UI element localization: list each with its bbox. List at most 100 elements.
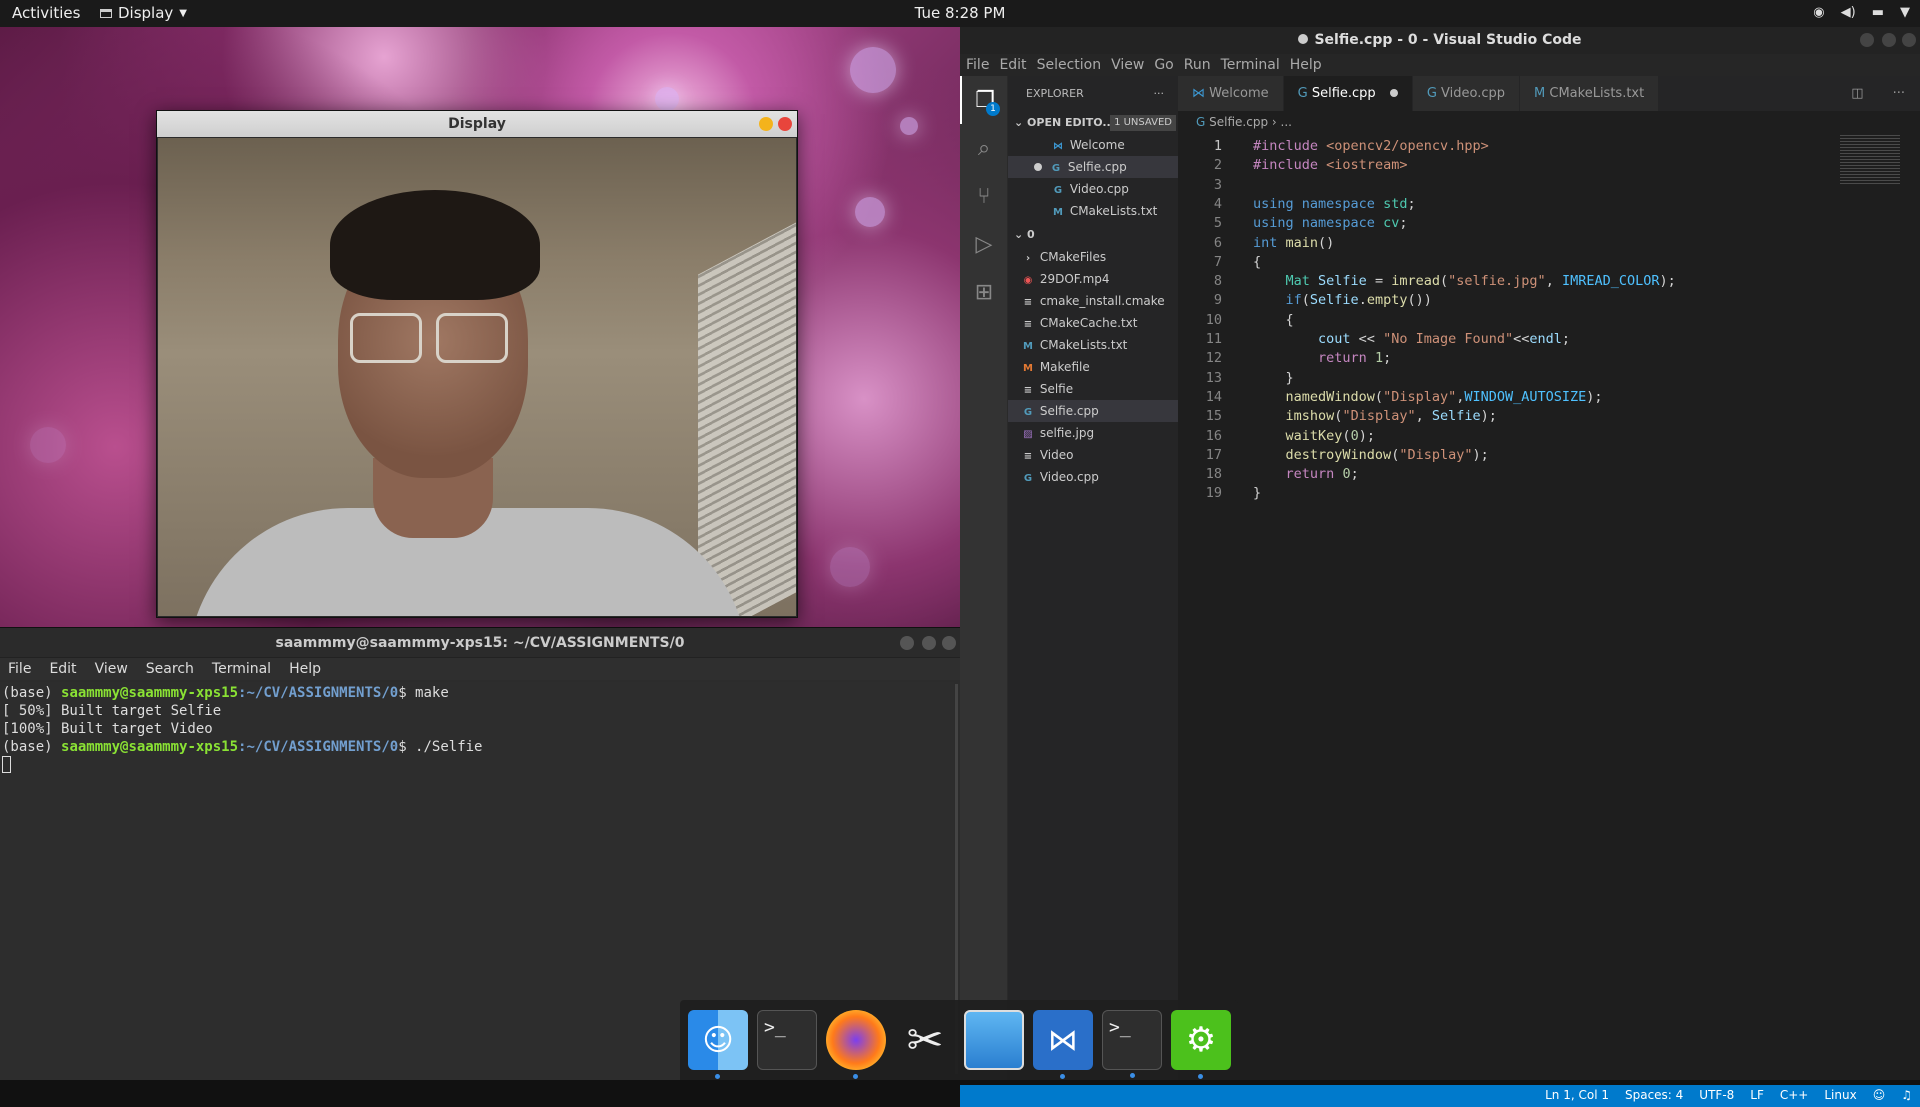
maximize-button[interactable] (1882, 33, 1896, 47)
code-line[interactable]: waitKey(0); (1253, 427, 1375, 446)
code-editor[interactable]: 1 #include <opencv2/opencv.hpp> 2 #include … (1178, 133, 1920, 1073)
display-window[interactable]: Display (156, 110, 798, 618)
scissors-icon[interactable]: ✂ (895, 1010, 955, 1070)
file-item[interactable]: ≡ Selfie (1008, 378, 1178, 400)
menu-terminal[interactable]: Terminal (212, 661, 271, 677)
breadcrumb[interactable]: G Selfie.cpp › ... (1178, 111, 1920, 133)
tab-selfie[interactable]: G Selfie.cpp (1283, 76, 1413, 111)
menu-file[interactable]: File (8, 661, 31, 677)
terminal-icon[interactable]: >_ (757, 1010, 817, 1070)
open-editor-selfie[interactable]: G Selfie.cpp (1008, 156, 1178, 178)
code-line[interactable]: } (1253, 369, 1294, 388)
clock[interactable]: Tue 8:28 PM (915, 4, 1006, 22)
menu-view[interactable]: View (95, 661, 128, 677)
code-line[interactable]: return 1; (1253, 349, 1391, 368)
menu-help[interactable]: Help (1290, 57, 1322, 73)
system-tray[interactable]: ◉ ◀) ▬ ▼ (1813, 5, 1910, 20)
indentation[interactable]: Spaces: 4 (1625, 1088, 1683, 1102)
menu-edit[interactable]: Edit (49, 661, 76, 677)
menu-help[interactable]: Help (289, 661, 321, 677)
bell-icon[interactable]: ♫ (1901, 1088, 1912, 1102)
open-editor-cmakelists[interactable]: M CMakeLists.txt (1008, 200, 1178, 222)
cursor-position[interactable]: Ln 1, Col 1 (1545, 1088, 1609, 1102)
screen-icon[interactable] (964, 1010, 1024, 1070)
source-control-icon[interactable]: ⑂ (960, 172, 1008, 220)
more-actions-icon[interactable]: ··· (1154, 76, 1165, 112)
code-line[interactable]: int main() (1253, 234, 1334, 253)
activities-button[interactable]: Activities (12, 4, 80, 22)
encoding[interactable]: UTF-8 (1699, 1088, 1734, 1102)
menu-terminal[interactable]: Terminal (1221, 57, 1280, 73)
menu-search[interactable]: Search (146, 661, 194, 677)
language-mode[interactable]: C++ (1780, 1088, 1809, 1102)
menu-view[interactable]: View (1111, 57, 1144, 73)
unsaved-dot-icon[interactable] (1389, 89, 1398, 97)
file-item[interactable]: ≡ Video (1008, 444, 1178, 466)
search-icon[interactable]: ⌕ (960, 124, 1008, 172)
line-ending[interactable]: LF (1750, 1088, 1764, 1102)
code-line[interactable]: cout << "No Image Found"<<endl; (1253, 330, 1570, 349)
open-editors-section[interactable]: ⌄ OPEN EDITO... 1 UNSAVED (1008, 112, 1178, 134)
more-actions-icon[interactable]: ··· (1878, 76, 1920, 111)
file-item[interactable]: ▨ selfie.jpg (1008, 422, 1178, 444)
code-line[interactable]: if(Selfie.empty()) (1253, 291, 1432, 310)
vscode-icon[interactable]: ⋈ (1033, 1010, 1093, 1079)
file-item[interactable]: G Video.cpp (1008, 466, 1178, 488)
file-item[interactable]: › CMakeFiles (1008, 246, 1178, 268)
app-menu[interactable]: Display ▼ (100, 4, 187, 22)
code-line[interactable]: using namespace std; (1253, 195, 1416, 214)
minimize-button[interactable] (1860, 33, 1874, 47)
open-editor-welcome[interactable]: ⋈ Welcome (1008, 134, 1178, 156)
code-line[interactable]: destroyWindow("Display"); (1253, 446, 1489, 465)
minimize-button[interactable] (759, 117, 773, 131)
close-button[interactable] (1902, 33, 1916, 47)
tab-video[interactable]: G Video.cpp (1412, 76, 1521, 111)
code-line[interactable]: imshow("Display", Selfie); (1253, 407, 1497, 426)
code-line[interactable]: } (1253, 484, 1261, 503)
menu-selection[interactable]: Selection (1037, 57, 1102, 73)
minimap[interactable] (1840, 135, 1900, 185)
breadcrumb-more[interactable]: ... (1281, 115, 1292, 129)
menu-go[interactable]: Go (1154, 57, 1173, 73)
vscode-window[interactable]: Selfie.cpp - 0 - Visual Studio Code File… (960, 27, 1920, 1107)
chevron-down-icon[interactable]: ▼ (1900, 5, 1910, 20)
file-item[interactable]: M CMakeLists.txt (1008, 334, 1178, 356)
maximize-button[interactable] (922, 636, 936, 650)
close-button[interactable] (778, 117, 792, 131)
tab-cmakelists[interactable]: M CMakeLists.txt (1520, 76, 1660, 111)
folder-section[interactable]: ⌄ 0 (1008, 224, 1178, 246)
vscode-titlebar[interactable]: Selfie.cpp - 0 - Visual Studio Code (960, 27, 1920, 54)
feedback-icon[interactable]: ☺ (1873, 1088, 1886, 1102)
close-button[interactable] (942, 636, 956, 650)
code-line[interactable]: Mat Selfie = imread("selfie.jpg", IMREAD… (1253, 272, 1676, 291)
explorer-icon[interactable]: ❐ 1 (960, 76, 1008, 124)
file-item[interactable]: ≡ cmake_install.cmake (1008, 290, 1178, 312)
display-window-titlebar[interactable]: Display (157, 111, 797, 137)
settings-icon[interactable]: ⚙ (1171, 1010, 1231, 1079)
file-item[interactable]: ◉ 29DOF.mp4 (1008, 268, 1178, 290)
code-line[interactable]: namedWindow("Display",WINDOW_AUTOSIZE); (1253, 388, 1603, 407)
run-debug-icon[interactable]: ▷ (960, 220, 1008, 268)
split-editor-icon[interactable]: ◫ (1837, 76, 1879, 111)
code-line[interactable]: return 0; (1253, 465, 1359, 484)
finder-icon[interactable]: ☺ (688, 1010, 748, 1079)
code-line[interactable]: #include <iostream> (1253, 156, 1407, 175)
menu-file[interactable]: File (966, 57, 989, 73)
code-line[interactable]: { (1253, 311, 1294, 330)
file-item[interactable]: M Makefile (1008, 356, 1178, 378)
open-editor-video[interactable]: G Video.cpp (1008, 178, 1178, 200)
minimize-button[interactable] (900, 636, 914, 650)
firefox-icon[interactable] (826, 1010, 886, 1079)
eye-icon[interactable]: ◉ (1813, 5, 1824, 20)
terminal-icon[interactable]: >_ (1102, 1010, 1162, 1078)
breadcrumb-file[interactable]: Selfie.cpp (1209, 115, 1268, 129)
menu-run[interactable]: Run (1184, 57, 1211, 73)
menu-edit[interactable]: Edit (999, 57, 1026, 73)
platform[interactable]: Linux (1824, 1088, 1856, 1102)
code-line[interactable]: #include <opencv2/opencv.hpp> (1253, 137, 1489, 156)
file-item[interactable]: G Selfie.cpp (1008, 400, 1178, 422)
battery-icon[interactable]: ▬ (1872, 5, 1884, 20)
code-line[interactable]: { (1253, 253, 1261, 272)
tab-welcome[interactable]: ⋈ Welcome (1178, 76, 1284, 111)
extensions-icon[interactable]: ⊞ (960, 268, 1008, 316)
